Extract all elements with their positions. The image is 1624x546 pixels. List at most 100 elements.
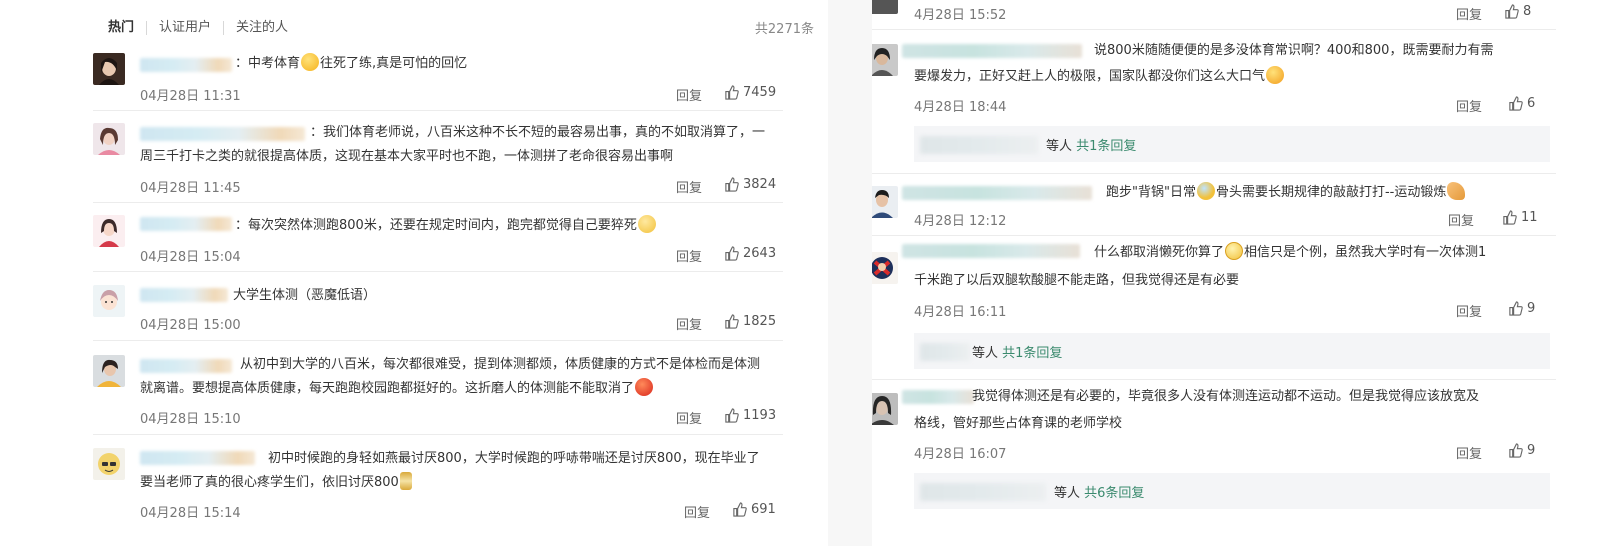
reply-button[interactable]: 回复 (676, 314, 702, 333)
avatar[interactable] (93, 53, 125, 85)
thumbs-up-icon (1509, 96, 1523, 111)
like-button[interactable]: 1825 (724, 314, 776, 329)
comment-text: 跑步"背锅"日常 骨头需要长期规律的敲敲打打--运动锻炼 (1106, 182, 1466, 204)
avatar[interactable] (872, 252, 898, 284)
avatar[interactable] (93, 355, 125, 387)
sub-reply-summary[interactable]: 等人 共1条回复 (914, 126, 1550, 162)
sub-reply-summary[interactable]: 等人 共1条回复 (914, 333, 1550, 369)
sub-reply-count-link[interactable]: 共1条回复 (1002, 346, 1062, 361)
like-count: 691 (751, 502, 776, 517)
comment-text-line2: 要当老师了真的很心疼学生们，依旧讨厌800 (140, 472, 413, 494)
blurred-username[interactable] (902, 186, 1092, 200)
like-button[interactable]: 8 (1504, 4, 1531, 19)
like-button[interactable]: 7459 (724, 85, 776, 100)
reply-button[interactable]: 回复 (1456, 443, 1482, 462)
thumbs-up-icon (725, 246, 739, 261)
comment-text: ：中考体育 往死了练,真是可怕的回忆 (235, 53, 467, 75)
like-button[interactable]: 1193 (724, 408, 776, 423)
sub-reply-count-link[interactable]: 共1条回复 (1076, 139, 1136, 154)
avatar[interactable] (93, 285, 125, 317)
comment-text-line2: 格线，管好那些占体育课的老师学校 (914, 416, 1123, 431)
blurred-username[interactable] (140, 217, 232, 231)
comment-text-line2: 就离谱。要想提高体质健康，每天跑跑校园跑都挺好的。这折磨人的体测能不能取消了 (140, 378, 654, 400)
like-button[interactable]: 6 (1508, 96, 1535, 111)
reply-button[interactable]: 回复 (676, 85, 702, 104)
like-button[interactable]: 3824 (724, 177, 776, 192)
thumbs-up-icon (725, 314, 739, 329)
comment-text: ：我们体育老师说，八百米这种不长不短的最容易出事，真的不如取消算了，一 (310, 125, 766, 140)
sub-reply-label: 等人 (1046, 139, 1073, 154)
blurred-username[interactable] (902, 244, 1080, 258)
left-comment-panel: 热门 认证用户 关注的人 共2271条 ：中考体育 往死了练,真是可怕的回忆 04… (0, 0, 828, 546)
comment-text-line2: 周三千打卡之类的就很提高体质，这现在基本大家平时也不跑，一体测拼了老命很容易出事… (140, 149, 674, 164)
blurred-sub-users (920, 136, 1038, 154)
like-button[interactable]: 9 (1508, 443, 1535, 458)
reply-button[interactable]: 回复 (676, 177, 702, 196)
divider (872, 29, 1556, 30)
thumbs-up-icon (1503, 210, 1517, 225)
blurred-username[interactable] (140, 359, 232, 373)
reply-button[interactable]: 回复 (676, 246, 702, 265)
thumbs-up-icon (1509, 443, 1523, 458)
smile-emoji-icon (637, 215, 656, 233)
blurred-sub-users (920, 343, 970, 361)
reply-button[interactable]: 回复 (676, 408, 702, 427)
comment-total-count: 共2271条 (754, 22, 814, 37)
blurred-username[interactable] (140, 288, 228, 302)
blurred-sub-users (920, 483, 1046, 501)
reply-button[interactable]: 回复 (1456, 96, 1482, 115)
comment-text: 大学生体测（恶魔低语） (233, 288, 377, 303)
like-count: 6 (1527, 96, 1536, 111)
reply-button[interactable]: 回复 (684, 502, 710, 521)
reply-button[interactable]: 回复 (1456, 4, 1482, 23)
like-button[interactable]: 9 (1508, 301, 1535, 316)
hourglass-icon (399, 472, 412, 490)
thumbs-up-icon (725, 177, 739, 192)
comment-time: 4月28日 18:44 (914, 100, 1007, 115)
comment-text-line2: 千米跑了以后双腿软酸腿不能走路，但我觉得还是有必要 (914, 273, 1240, 288)
blurred-username[interactable] (140, 58, 232, 72)
comment-time: 04月28日 15:10 (140, 412, 241, 427)
sub-reply-summary[interactable]: 等人 共6条回复 (914, 473, 1550, 509)
blurred-username[interactable] (140, 127, 305, 141)
avatar[interactable] (93, 448, 125, 480)
avatar[interactable] (872, 393, 898, 425)
thumbs-up-icon (733, 502, 747, 517)
like-count: 9 (1527, 301, 1536, 316)
angry-emoji-icon (635, 378, 654, 396)
blurred-username[interactable] (140, 451, 255, 465)
like-button[interactable]: 691 (732, 502, 776, 517)
like-button[interactable]: 2643 (724, 246, 776, 261)
avatar[interactable] (93, 215, 125, 247)
divider (872, 173, 1556, 174)
comment-text: 从初中到大学的八百米，每次都很难受，提到体测都烦，体质健康的方式不是体检而是体测 (240, 357, 761, 372)
grin-emoji-icon (1266, 66, 1285, 84)
tab-hot[interactable]: 热门 (108, 21, 146, 35)
tab-following[interactable]: 关注的人 (223, 21, 300, 35)
reply-button[interactable]: 回复 (1456, 301, 1482, 320)
tab-verified-users[interactable]: 认证用户 (146, 21, 223, 35)
crying-emoji-icon (301, 53, 320, 71)
avatar[interactable] (93, 123, 125, 155)
blurred-username[interactable] (902, 390, 974, 404)
comment-time: 04月28日 11:45 (140, 181, 241, 196)
avatar[interactable] (872, 0, 898, 14)
sweat-emoji-icon (1196, 182, 1215, 200)
like-count: 1825 (743, 314, 777, 329)
avatar[interactable] (872, 44, 898, 76)
reply-button[interactable]: 回复 (1448, 210, 1474, 229)
blurred-username[interactable] (902, 44, 1082, 58)
avatar[interactable] (872, 186, 898, 218)
like-button[interactable]: 11 (1502, 210, 1538, 225)
divider (93, 202, 783, 203)
comment-time: 4月28日 16:07 (914, 447, 1007, 462)
sub-reply-label: 等人 (972, 346, 999, 361)
panel-gap (828, 0, 872, 546)
divider (93, 271, 783, 272)
sub-reply-count-link[interactable]: 共6条回复 (1084, 486, 1144, 501)
divider (93, 110, 783, 111)
divider (872, 235, 1556, 236)
comment-text-line2: 要爆发力，正好又赶上人的极限，国家队都没你们这么大口气 (914, 66, 1285, 88)
like-count: 9 (1527, 443, 1536, 458)
comment-time: 04月28日 15:04 (140, 250, 241, 265)
